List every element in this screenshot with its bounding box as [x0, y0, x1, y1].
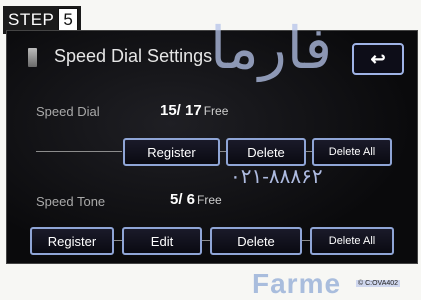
speed-tone-label: Speed Tone [36, 194, 106, 209]
speed-tone-free: Free [197, 193, 222, 207]
speed-dial-delete-all-button[interactable]: Delete All [312, 138, 392, 166]
speed-dial-label: Speed Dial [36, 104, 100, 119]
watermark-brand: Farme [252, 268, 342, 299]
speed-dial-free: Free [203, 104, 229, 118]
back-button[interactable]: ↩ [352, 43, 404, 75]
speed-tone-delete-all-button[interactable]: Delete All [310, 227, 394, 255]
speed-dial-count-value: 15/ 17 [160, 102, 202, 119]
speed-tone-delete-button[interactable]: Delete [210, 227, 302, 255]
divider-line [36, 151, 122, 152]
phone-icon [28, 48, 37, 67]
step-label: STEP [8, 10, 55, 29]
speed-tone-register-button[interactable]: Register [30, 227, 114, 255]
corner-code: © C:OVA402 [356, 280, 401, 287]
speed-dial-register-button[interactable]: Register [123, 138, 220, 166]
watermark-script: فارما [210, 14, 333, 82]
page-title: Speed Dial Settings [54, 46, 213, 66]
speed-dial-count: 15/ 17 Free [160, 102, 228, 119]
speed-dial-delete-button[interactable]: Delete [226, 138, 306, 166]
watermark-phone: ۰۲۱-۸۸۸۶۲ [230, 166, 323, 188]
speed-tone-count: 5/ 6 Free [170, 191, 222, 208]
speed-tone-edit-button[interactable]: Edit [122, 227, 202, 255]
step-number: 5 [58, 8, 79, 32]
speed-tone-count-value: 5/ 6 [170, 191, 196, 208]
